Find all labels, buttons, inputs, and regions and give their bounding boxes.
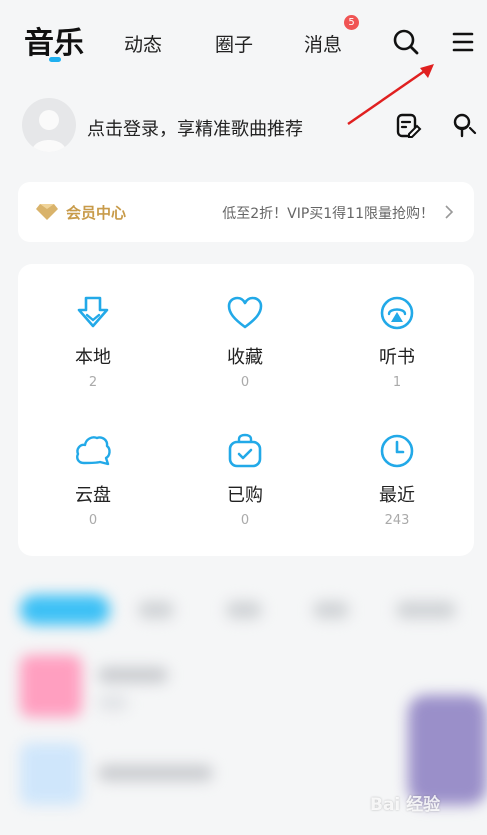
blurred-tab bbox=[313, 601, 349, 619]
grid-item-local[interactable]: 本地 2 bbox=[38, 294, 148, 414]
grid-count: 0 bbox=[240, 375, 250, 390]
diamond-icon bbox=[36, 204, 58, 220]
blurred-thumbnail bbox=[20, 743, 82, 805]
grid-item-audiobook[interactable]: 听书 1 bbox=[342, 294, 452, 414]
grid-label: 收藏 bbox=[227, 347, 263, 368]
grid-item-recent[interactable]: 最近 243 bbox=[342, 432, 452, 552]
grid-count: 0 bbox=[240, 513, 250, 528]
heart-icon bbox=[227, 296, 263, 329]
active-tab-indicator bbox=[49, 57, 61, 62]
grid-item-favorites[interactable]: 收藏 0 bbox=[190, 294, 300, 414]
message-count-badge: 5 bbox=[344, 15, 359, 30]
vip-promo-text: 低至2折！VIP买1得11限量抢购！ bbox=[222, 206, 434, 222]
menu-icon bbox=[452, 32, 474, 52]
search-button[interactable] bbox=[390, 26, 422, 58]
blurred-floating-avatar bbox=[408, 695, 487, 805]
default-avatar-icon bbox=[32, 110, 66, 152]
grid-label: 听书 bbox=[379, 347, 415, 368]
mic-button[interactable] bbox=[448, 110, 480, 142]
grid-count: 0 bbox=[88, 513, 98, 528]
login-prompt[interactable]: 点击登录，享精准歌曲推荐 bbox=[87, 115, 303, 141]
edit-note-button[interactable] bbox=[392, 110, 424, 142]
grid-count: 1 bbox=[392, 375, 402, 390]
blurred-text bbox=[98, 695, 128, 711]
purchased-bag-icon bbox=[228, 433, 262, 468]
cloud-icon bbox=[76, 436, 111, 466]
blurred-tab-pill bbox=[20, 595, 110, 625]
mic-icon bbox=[453, 113, 477, 138]
clock-icon bbox=[380, 434, 414, 468]
blurred-tab bbox=[138, 601, 174, 619]
chevron-right-icon bbox=[445, 205, 454, 219]
audiobook-icon bbox=[380, 296, 414, 330]
search-icon bbox=[393, 29, 419, 55]
grid-item-cloud[interactable]: 云盘 0 bbox=[38, 432, 148, 552]
watermark: Bai 经验 bbox=[370, 795, 441, 815]
library-grid: 本地 2 收藏 0 听书 1 云盘 0 已购 0 最近 243 bbox=[18, 264, 474, 556]
avatar[interactable] bbox=[22, 98, 76, 152]
blurred-text bbox=[98, 765, 213, 781]
grid-count: 2 bbox=[88, 375, 98, 390]
grid-item-purchased[interactable]: 已购 0 bbox=[190, 432, 300, 552]
tab-music[interactable]: 音乐 bbox=[24, 18, 84, 62]
tab-quanzi[interactable]: 圈子 bbox=[215, 30, 253, 57]
tab-messages[interactable]: 消息 bbox=[304, 30, 342, 57]
blurred-tab bbox=[226, 601, 262, 619]
vip-title: 会员中心 bbox=[66, 204, 127, 222]
edit-note-icon bbox=[396, 113, 422, 138]
blurred-text bbox=[98, 667, 168, 683]
grid-label: 云盘 bbox=[75, 485, 111, 506]
download-icon bbox=[77, 296, 109, 328]
grid-count: 243 bbox=[384, 513, 410, 528]
menu-button[interactable] bbox=[447, 26, 479, 58]
blurred-tab bbox=[396, 601, 456, 619]
grid-label: 本地 bbox=[75, 347, 111, 368]
blurred-thumbnail bbox=[20, 655, 82, 717]
grid-label: 已购 bbox=[227, 485, 263, 506]
tab-dongtai[interactable]: 动态 bbox=[124, 30, 162, 57]
annotation-arrow-icon bbox=[347, 64, 434, 126]
grid-label: 最近 bbox=[379, 485, 415, 506]
vip-center-card[interactable]: 会员中心 低至2折！VIP买1得11限量抢购！ bbox=[18, 182, 474, 242]
